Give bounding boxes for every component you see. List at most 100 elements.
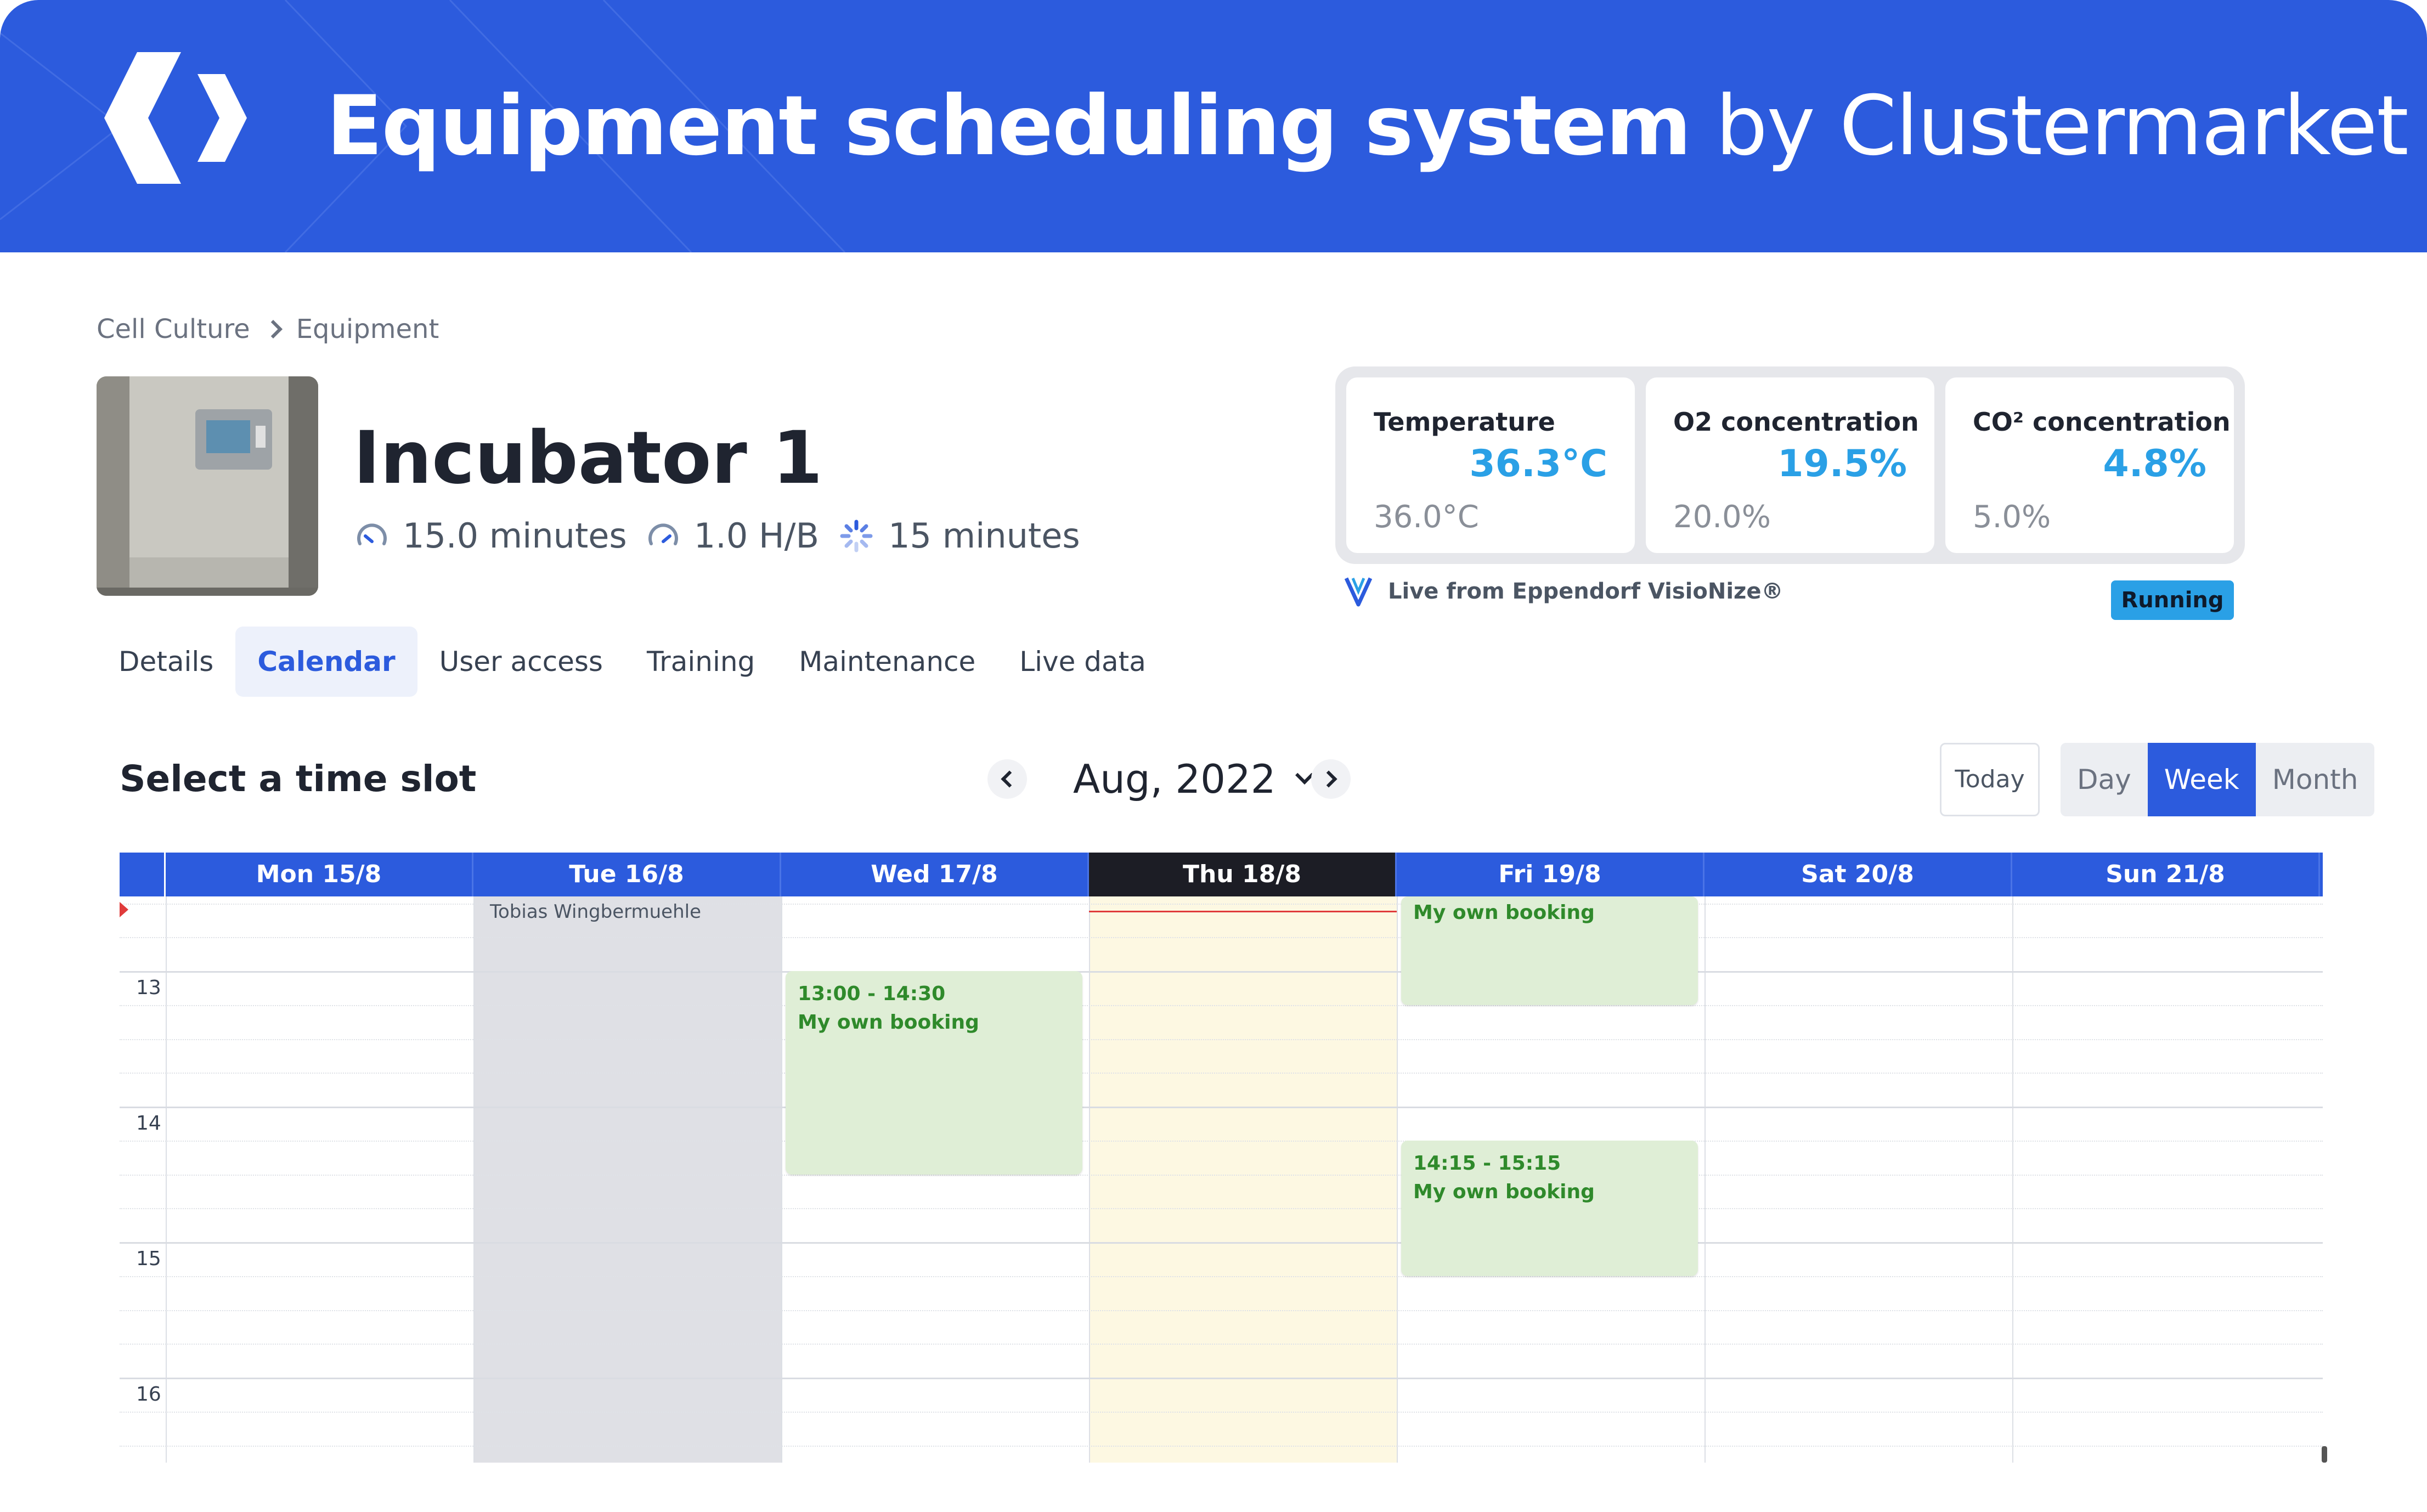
booking-title: My own booking [1413,901,1595,924]
equipment-title: Incubator 1 [353,416,823,500]
hour-label: 13 [136,977,161,999]
next-week-button[interactable] [1311,759,1351,799]
quarter-line [120,937,2323,939]
quarter-line [120,1411,2323,1413]
day-header-wed: Wed 17/8 [781,853,1089,896]
month-picker[interactable]: Aug, 2022 [1073,755,1314,803]
week-calendar: Mon 15/8 Tue 16/8 Wed 17/8 Thu 18/8 Fri … [120,853,2323,1463]
hour-label: 15 [136,1248,161,1270]
live-source-label: Live from Eppendorf VisioNize® [1388,579,1783,604]
live-value: 36.3°C [1469,442,1607,486]
hour-line [120,1242,2323,1244]
metric-booking-duration: 15.0 minutes [355,516,627,556]
quarter-line [120,1310,2323,1311]
view-month-button[interactable]: Month [2256,743,2375,816]
equipment-photo [97,376,318,596]
status-badge: Running [2111,580,2234,620]
tab-training[interactable]: Training [625,627,777,697]
metric-buffer: 15 minutes [839,516,1080,556]
hour-label: 14 [136,1112,161,1135]
booking-title: My own booking [1413,1180,1595,1203]
metric-value: 15 minutes [888,516,1080,556]
breadcrumb-item-cell-culture[interactable]: Cell Culture [97,314,250,345]
quarter-line [120,1140,2323,1142]
live-value: 4.8% [2103,442,2206,486]
metric-rate: 1.0 H/B [647,516,819,556]
equipment-tabs: Details Calendar User access Training Ma… [97,627,1168,697]
eppendorf-logo-icon [1344,577,1373,607]
tab-maintenance[interactable]: Maintenance [777,627,997,697]
live-label: Temperature [1374,407,1555,437]
quarter-line [120,1174,2323,1176]
calendar-title: Select a time slot [120,758,477,800]
quarter-line [120,1208,2323,1210]
month-label: Aug, 2022 [1073,756,1276,802]
current-time-marker [120,902,128,917]
quarter-line [120,1005,2323,1006]
view-switch: Day Week Month [2061,743,2375,816]
view-week-button[interactable]: Week [2147,743,2256,816]
breadcrumb: Cell Culture Equipment [97,314,439,345]
header-banner: Equipment scheduling system by Clusterma… [0,0,2427,252]
gauge-icon [357,523,387,545]
live-target: 20.0% [1673,499,1771,535]
calendar-header: Mon 15/8 Tue 16/8 Wed 17/8 Thu 18/8 Fri … [120,853,2323,896]
current-time-line [1089,911,1397,912]
incubator-image-icon [97,376,318,596]
live-label: CO² concentration [1973,407,2231,437]
quarter-line [120,903,2323,905]
day-header-mon: Mon 15/8 [166,853,473,896]
day-header-fri: Fri 19/8 [1397,853,1704,896]
banner-title: Equipment scheduling system by Clusterma… [326,77,2409,176]
blocked-slot-owner: Tobias Wingbermuehle [490,901,702,923]
booking-time: 14:15 - 15:15 [1413,1152,1561,1175]
booking-time: 13:00 - 14:30 [798,983,946,1005]
quarter-line [120,1344,2323,1345]
metric-value: 15.0 minutes [403,516,627,556]
breadcrumb-item-equipment[interactable]: Equipment [296,314,439,345]
tab-calendar[interactable]: Calendar [235,627,417,697]
booking-event[interactable]: My own booking [1401,896,1698,1005]
tab-live-data[interactable]: Live data [997,627,1168,697]
quarter-line [120,1039,2323,1040]
live-cell-co2: CO² concentration 4.8% 5.0% [1945,377,2234,553]
live-data-card: Temperature 36.3°C 36.0°C O2 concentrati… [1335,366,2245,564]
view-day-button[interactable]: Day [2061,743,2148,816]
booking-event[interactable]: 13:00 - 14:30 My own booking [786,971,1082,1175]
tab-details[interactable]: Details [97,627,235,697]
day-header-sun: Sun 21/8 [2012,853,2320,896]
day-header-tue: Tue 16/8 [473,853,781,896]
quarter-line [120,1073,2323,1074]
live-target: 36.0°C [1374,499,1479,535]
previous-week-button[interactable] [987,759,1027,799]
clustermarket-logo-icon [104,52,247,184]
calendar-scrollbar[interactable] [2322,1446,2327,1463]
booking-title: My own booking [798,1011,979,1034]
hour-line [120,971,2323,973]
time-gutter-header [120,853,166,896]
booking-event[interactable]: 14:15 - 15:15 My own booking [1401,1140,1698,1276]
day-header-sat: Sat 20/8 [1704,853,2012,896]
quarter-line [120,1445,2323,1447]
live-label: O2 concentration [1673,407,1919,437]
live-target: 5.0% [1973,499,2051,535]
banner-title-light: by Clustermarket [1715,78,2409,174]
tab-user-access[interactable]: User access [417,627,625,697]
today-button[interactable]: Today [1940,743,2040,816]
day-header-thu: Thu 18/8 [1089,853,1397,896]
loading-spinner-icon [840,520,873,552]
metric-value: 1.0 H/B [693,516,820,556]
equipment-metrics: 15.0 minutes 1.0 H/B 15 minutes [355,516,1100,556]
chevron-left-icon [1001,770,1018,788]
hour-label: 16 [136,1383,161,1406]
hour-line [120,1107,2323,1108]
banner-title-strong: Equipment scheduling system [326,78,1691,174]
live-value: 19.5% [1777,442,1907,486]
live-source: Live from Eppendorf VisioNize® [1344,576,1783,607]
chevron-right-icon [263,320,283,338]
chevron-right-icon [1320,770,1337,788]
live-cell-temperature: Temperature 36.3°C 36.0°C [1346,377,1635,553]
quarter-line [120,1276,2323,1277]
calendar-body[interactable]: 13 14 15 16 Tobias Wingbermuehle 13:00 - 14:3… [120,896,2323,1463]
hour-line [120,1378,2323,1379]
